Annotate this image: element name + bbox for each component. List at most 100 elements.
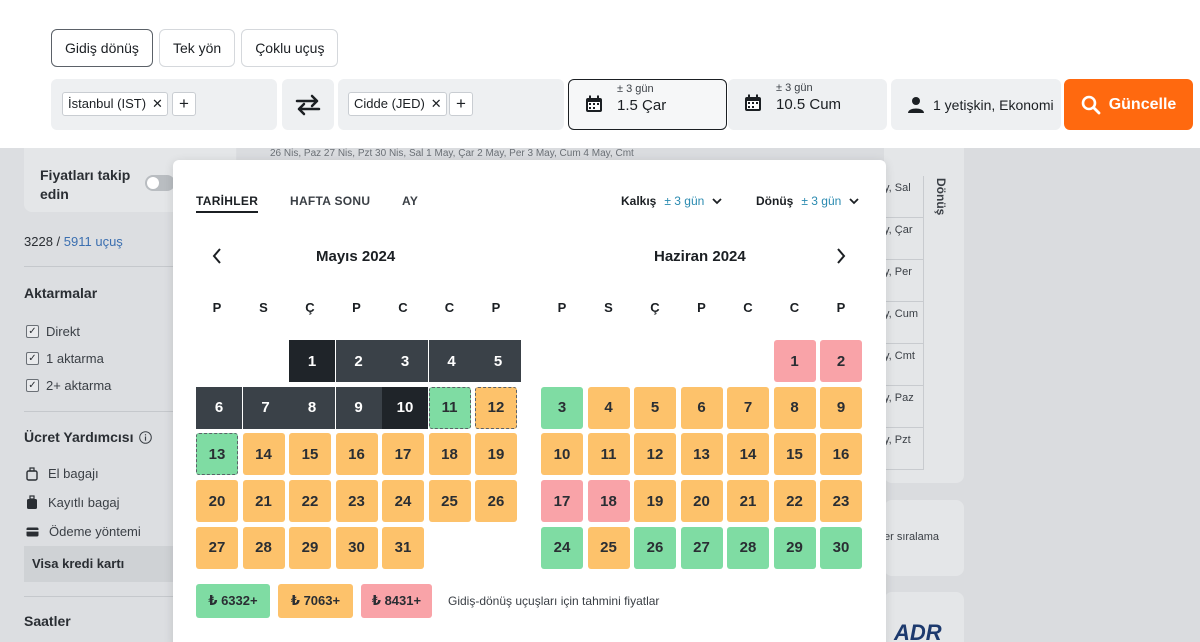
matrix-cell[interactable]: y, Per — [884, 260, 924, 302]
tab-dates[interactable]: TARİHLER — [196, 194, 259, 213]
tab-round-trip[interactable]: Gidiş dönüş — [51, 29, 153, 67]
depart-flex-select[interactable]: Kalkış ± 3 gün — [621, 194, 722, 208]
calendar-day[interactable]: 29 — [773, 526, 816, 569]
calendar-day[interactable]: 1 — [289, 340, 335, 382]
calendar-day[interactable]: 6 — [196, 386, 242, 429]
times-title[interactable]: Saatler — [24, 613, 71, 629]
fee-payment[interactable]: Ödeme yöntemi — [26, 524, 141, 539]
calendar-day[interactable]: 8 — [773, 386, 816, 429]
calendar-day[interactable]: 13 — [680, 433, 723, 476]
calendar-day[interactable]: 11 — [428, 386, 471, 429]
calendar-day[interactable]: 28 — [727, 526, 769, 569]
calendar-day[interactable]: 15 — [289, 433, 331, 476]
calendar-day[interactable]: 6 — [680, 386, 723, 429]
stops-direct[interactable]: ✓ Direkt — [26, 324, 80, 339]
matrix-cell[interactable]: y, Pzt — [884, 428, 924, 470]
calendar-day[interactable]: 17 — [382, 433, 424, 476]
fee-checked-bag[interactable]: Kayıtlı bagaj — [26, 495, 120, 510]
calendar-day[interactable]: 26 — [475, 480, 517, 523]
checkbox-checked-icon[interactable]: ✓ — [26, 325, 39, 338]
calendar-day[interactable]: 7 — [727, 386, 769, 429]
origin-field[interactable]: İstanbul (IST) ✕ + — [51, 79, 277, 130]
matrix-cell[interactable]: y, Paz — [884, 386, 924, 428]
calendar-day[interactable]: 4 — [428, 340, 475, 382]
calendar-day[interactable]: 30 — [335, 526, 378, 569]
calendar-day[interactable]: 19 — [634, 480, 676, 523]
stops-one[interactable]: ✓ 1 aktarma — [26, 351, 104, 366]
chevron-left-icon[interactable] — [212, 248, 222, 264]
calendar-day[interactable]: 2 — [335, 340, 382, 382]
checkbox-checked-icon[interactable]: ✓ — [26, 352, 39, 365]
payment-method-select[interactable]: Visa kredi kartı — [24, 546, 174, 582]
close-icon[interactable]: ✕ — [152, 93, 163, 115]
sort-card[interactable]: er sıralama — [884, 500, 964, 576]
update-search-button[interactable]: Güncelle — [1064, 79, 1193, 130]
return-flex-select[interactable]: Dönüş ± 3 gün — [756, 194, 859, 208]
tab-weekend[interactable]: HAFTA SONU — [290, 194, 370, 208]
calendar-day[interactable]: 15 — [773, 433, 816, 476]
return-date-field[interactable]: ± 3 gün 10.5 Cum — [728, 79, 887, 130]
calendar-day[interactable]: 4 — [587, 386, 630, 429]
calendar-day[interactable]: 14 — [727, 433, 769, 476]
calendar-day[interactable]: 30 — [820, 526, 862, 569]
calendar-day[interactable]: 14 — [242, 433, 285, 476]
calendar-day[interactable]: 19 — [475, 433, 517, 476]
travellers-field[interactable]: 1 yetişkin, Ekonomi — [891, 79, 1061, 130]
chevron-right-icon[interactable] — [836, 248, 846, 264]
calendar-day[interactable]: 25 — [428, 480, 471, 523]
calendar-day[interactable]: 29 — [289, 526, 331, 569]
calendar-day[interactable]: 16 — [820, 433, 862, 476]
calendar-day[interactable]: 24 — [541, 526, 583, 569]
calendar-day[interactable]: 20 — [196, 480, 238, 523]
calendar-day[interactable]: 8 — [289, 386, 335, 429]
calendar-day[interactable]: 9 — [335, 386, 382, 429]
close-icon[interactable]: ✕ — [431, 93, 442, 115]
calendar-day[interactable]: 20 — [680, 480, 723, 523]
calendar-day[interactable]: 21 — [727, 480, 769, 523]
calendar-day[interactable]: 12 — [475, 386, 517, 429]
calendar-day[interactable]: 3 — [541, 386, 583, 429]
tab-one-way[interactable]: Tek yön — [158, 29, 236, 67]
stops-two-plus[interactable]: ✓ 2+ aktarma — [26, 378, 111, 393]
calendar-day[interactable]: 23 — [820, 480, 862, 523]
calendar-day[interactable]: 26 — [634, 526, 676, 569]
add-destination-button[interactable]: + — [449, 92, 473, 116]
calendar-day[interactable]: 16 — [335, 433, 378, 476]
calendar-day[interactable]: 10 — [541, 433, 583, 476]
swap-button[interactable] — [282, 79, 334, 130]
calendar-day[interactable]: 5 — [634, 386, 676, 429]
calendar-day[interactable]: 17 — [541, 480, 583, 523]
stops-title[interactable]: Aktarmalar — [24, 285, 97, 301]
info-icon[interactable] — [139, 430, 153, 444]
fee-assistant-title[interactable]: Ücret Yardımcısı — [24, 429, 153, 445]
price-alert-toggle[interactable] — [145, 175, 175, 191]
calendar-day[interactable]: 7 — [242, 386, 289, 429]
calendar-day[interactable]: 12 — [634, 433, 676, 476]
matrix-cell[interactable]: y, Cmt — [884, 344, 924, 386]
add-origin-button[interactable]: + — [172, 92, 196, 116]
calendar-day[interactable]: 9 — [820, 386, 862, 429]
calendar-day[interactable]: 3 — [382, 340, 428, 382]
calendar-day[interactable]: 18 — [428, 433, 471, 476]
calendar-day[interactable]: 13 — [196, 433, 238, 476]
tab-month[interactable]: AY — [402, 194, 418, 208]
depart-date-field[interactable]: ± 3 gün 1.5 Çar — [568, 79, 727, 130]
checkbox-checked-icon[interactable]: ✓ — [26, 379, 39, 392]
matrix-cell[interactable]: y, Çar — [884, 218, 924, 260]
calendar-day[interactable]: 5 — [475, 340, 521, 382]
tab-multi-city[interactable]: Çoklu uçuş — [241, 29, 339, 67]
calendar-day[interactable]: 24 — [382, 480, 424, 523]
calendar-day[interactable]: 23 — [335, 480, 378, 523]
calendar-day[interactable]: 31 — [382, 526, 424, 569]
calendar-day[interactable]: 22 — [289, 480, 331, 523]
calendar-day[interactable]: 2 — [820, 340, 862, 382]
fee-carry-on[interactable]: El bagajı — [26, 466, 99, 481]
calendar-day[interactable]: 11 — [587, 433, 630, 476]
calendar-day[interactable]: 21 — [242, 480, 285, 523]
calendar-day[interactable]: 10 — [382, 386, 428, 429]
matrix-cell[interactable]: y, Cum — [884, 302, 924, 344]
calendar-day[interactable]: 18 — [587, 480, 630, 523]
calendar-day[interactable]: 25 — [587, 526, 630, 569]
calendar-day[interactable]: 28 — [242, 526, 285, 569]
calendar-day[interactable]: 1 — [773, 340, 816, 382]
